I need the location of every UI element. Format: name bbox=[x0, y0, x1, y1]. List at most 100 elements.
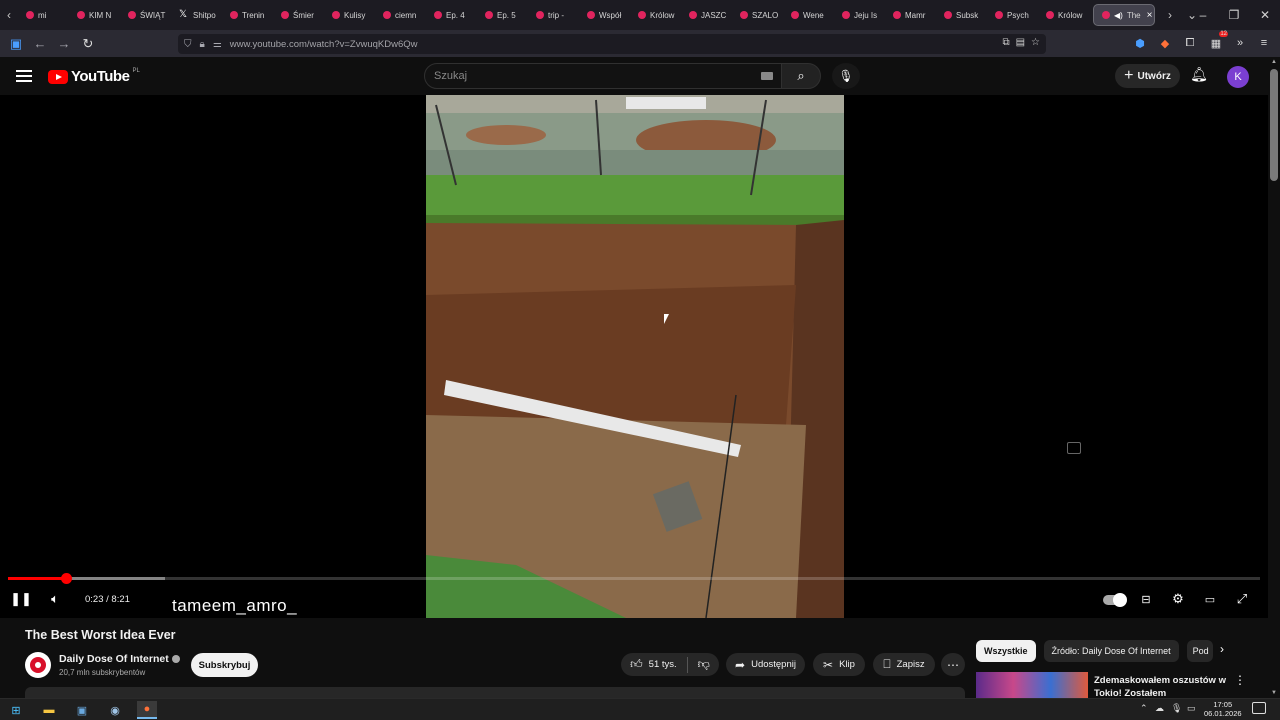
search-button[interactable]: ⌕ bbox=[781, 63, 821, 89]
adblock-extension-icon[interactable]: ⬢ bbox=[1130, 33, 1150, 53]
browser-tab[interactable]: Jeju Is bbox=[834, 4, 885, 26]
browser-tab[interactable]: Śmier bbox=[273, 4, 324, 26]
guide-menu-icon[interactable] bbox=[16, 70, 32, 82]
browser-tab[interactable]: SZALO bbox=[732, 4, 783, 26]
create-button[interactable]: + Utwórz bbox=[1115, 64, 1180, 88]
chip-partial[interactable]: Pod bbox=[1186, 640, 1213, 662]
subscribe-button[interactable]: Subskrybuj bbox=[191, 653, 258, 677]
thumbs-down-icon[interactable]: 👎︎ bbox=[698, 657, 710, 672]
overflow-menu-icon[interactable]: » bbox=[1230, 33, 1250, 53]
speaker-icon[interactable]: ◀) bbox=[1114, 11, 1123, 20]
windows-start-icon[interactable]: ⊞ bbox=[6, 701, 26, 719]
browser-tab[interactable]: ŚWIĄT bbox=[120, 4, 171, 26]
browser-tab[interactable]: Kulisy bbox=[324, 4, 375, 26]
extension-badge-icon[interactable]: ▦ 12 bbox=[1206, 31, 1228, 53]
fullscreen-button[interactable]: ⤢ bbox=[1233, 589, 1251, 609]
shield-icon[interactable]: ⛉ bbox=[184, 39, 192, 50]
browser-tab[interactable]: 𝕏 Shitpo bbox=[171, 4, 222, 26]
chip-all[interactable]: Wszystkie bbox=[976, 640, 1036, 662]
browser-tab[interactable]: Współ bbox=[579, 4, 630, 26]
extensions-icon[interactable]: ⧠ bbox=[1180, 33, 1200, 53]
page-scrollbar[interactable]: ▲ ▼ bbox=[1268, 57, 1280, 698]
tray-cloud-icon[interactable]: ☁ bbox=[1155, 703, 1164, 714]
thumbs-up-icon[interactable]: 👍︎ bbox=[630, 657, 643, 672]
browser-tab[interactable]: Królow bbox=[630, 4, 681, 26]
browser-tab[interactable]: JASZC bbox=[681, 4, 732, 26]
recommendation-thumbnail[interactable] bbox=[976, 672, 1088, 698]
channel-name-wrap[interactable]: Daily Dose Of Internet bbox=[59, 653, 180, 665]
tray-chevron-icon[interactable]: ⌃ bbox=[1140, 703, 1148, 714]
restore-icon[interactable]: ❐ bbox=[1218, 0, 1250, 30]
share-button[interactable]: ➦ Udostępnij bbox=[726, 653, 805, 676]
chip-source[interactable]: Źródło: Daily Dose Of Internet bbox=[1043, 640, 1179, 662]
channel-avatar[interactable] bbox=[25, 652, 51, 678]
close-tab-icon[interactable]: × bbox=[1147, 10, 1153, 21]
browser-tab[interactable]: mi bbox=[18, 4, 69, 26]
taskbar-clock[interactable]: 17:05 06.01.2026 bbox=[1204, 700, 1242, 718]
browser-tab[interactable]: Psych bbox=[987, 4, 1038, 26]
search-input[interactable]: Szukaj bbox=[424, 63, 782, 89]
channel-name[interactable]: Daily Dose Of Internet bbox=[59, 653, 169, 665]
tray-network-icon[interactable]: ▭ bbox=[1187, 703, 1196, 714]
lock-icon[interactable]: 🔒︎ bbox=[200, 39, 205, 50]
url-text[interactable]: www.youtube.com/watch?v=ZvwuqKDw6Qw bbox=[230, 39, 418, 50]
reload-icon[interactable]: ↻ bbox=[76, 32, 100, 56]
close-window-icon[interactable]: ✕ bbox=[1249, 0, 1280, 30]
browser-tab[interactable]: Ep. 4 bbox=[426, 4, 477, 26]
browser-tab[interactable]: Ep. 5 bbox=[477, 4, 528, 26]
browser-tab[interactable]: Wene bbox=[783, 4, 834, 26]
browser-tab[interactable]: Subsk bbox=[936, 4, 987, 26]
video-player[interactable]: tameem_amro_ ❚❚ 🔈︎ 0:23 / 8:21 ⊟ ⚙︎ ▭ ⤢ bbox=[0, 95, 1268, 618]
firefox-account-icon[interactable]: ◆ bbox=[1155, 33, 1175, 53]
app-menu-icon[interactable]: ≡ bbox=[1254, 33, 1274, 53]
browser-tab[interactable]: Królow bbox=[1038, 4, 1089, 26]
bookmark-star-icon[interactable]: ☆ bbox=[1031, 37, 1040, 48]
account-avatar[interactable]: K bbox=[1227, 66, 1249, 88]
mute-button[interactable]: 🔈︎ bbox=[45, 589, 65, 609]
video-frame[interactable] bbox=[426, 95, 844, 618]
minimize-icon[interactable]: – bbox=[1187, 0, 1219, 30]
firefox-taskbar-icon[interactable]: ● bbox=[137, 701, 157, 719]
clip-button[interactable]: ✂ Klip bbox=[813, 653, 865, 676]
more-actions-button[interactable]: ⋯ bbox=[941, 653, 965, 676]
picture-in-picture-icon[interactable]: ⧉ bbox=[1002, 37, 1009, 48]
scroll-down-icon[interactable]: ▼ bbox=[1271, 690, 1277, 696]
progress-bar[interactable] bbox=[8, 573, 1260, 584]
autoplay-toggle[interactable] bbox=[1103, 593, 1127, 607]
active-tab[interactable]: ◀) The × bbox=[1093, 4, 1155, 26]
subtitles-button[interactable]: ⊟ bbox=[1137, 589, 1155, 609]
tab-scroll-right-icon[interactable]: › bbox=[1161, 0, 1179, 30]
voice-search-button[interactable]: 🎙︎ bbox=[832, 63, 860, 89]
file-explorer-icon[interactable]: ▬ bbox=[39, 701, 59, 719]
chips-next-icon[interactable]: › bbox=[1220, 642, 1224, 656]
forward-icon[interactable]: → bbox=[52, 32, 76, 56]
scroll-up-icon[interactable]: ▲ bbox=[1271, 59, 1277, 65]
control-panel-icon[interactable]: ▣ bbox=[72, 701, 92, 719]
settings-button[interactable]: ⚙︎ bbox=[1169, 589, 1187, 609]
pause-button[interactable]: ❚❚ bbox=[10, 589, 32, 609]
scrubber-handle[interactable] bbox=[60, 573, 72, 584]
theater-mode-button[interactable]: ▭ bbox=[1201, 589, 1219, 609]
keyboard-icon[interactable] bbox=[761, 72, 773, 80]
browser-tab[interactable]: ciemn bbox=[375, 4, 426, 26]
scroll-thumb[interactable] bbox=[1270, 69, 1278, 181]
browser-tab[interactable]: KIM N bbox=[69, 4, 120, 26]
tray-mic-icon[interactable]: 🎙︎ bbox=[1171, 703, 1182, 714]
youtube-logo[interactable]: YouTube PL bbox=[48, 68, 140, 85]
back-icon[interactable]: ← bbox=[28, 32, 52, 56]
reader-view-icon[interactable]: ▤ bbox=[1016, 37, 1025, 48]
like-count[interactable]: 51 tys. bbox=[649, 659, 677, 670]
tab-scroll-left-icon[interactable]: ‹ bbox=[0, 0, 18, 30]
notifications-bell-icon[interactable]: 🔔︎ bbox=[1189, 66, 1209, 86]
permissions-icon[interactable]: ⚌ bbox=[213, 39, 222, 50]
steam-icon[interactable]: ◉ bbox=[105, 701, 125, 719]
recommendation-more-icon[interactable]: ⋮ bbox=[1234, 673, 1246, 687]
browser-tab[interactable]: trip - bbox=[528, 4, 579, 26]
browser-tab[interactable]: Mamr bbox=[885, 4, 936, 26]
sidebar-toggle-icon[interactable]: ▣ bbox=[4, 32, 28, 56]
recommendation-title[interactable]: Zdemaskowałem oszustów w Tokio! Zostałem… bbox=[1094, 674, 1232, 698]
description-box[interactable] bbox=[25, 687, 965, 698]
url-bar[interactable]: ⛉ 🔒︎ ⚌ www.youtube.com/watch?v=ZvwuqKDw6… bbox=[178, 34, 1046, 54]
save-button[interactable]: ⎕ Zapisz bbox=[873, 653, 935, 676]
notification-center-icon[interactable] bbox=[1252, 702, 1266, 714]
